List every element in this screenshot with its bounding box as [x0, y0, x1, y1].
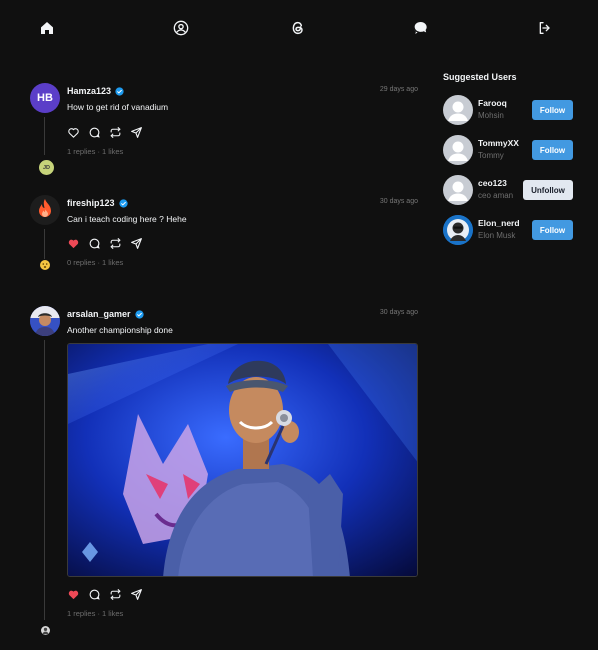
suggested-name: ceo aman — [478, 191, 514, 200]
threads-icon[interactable] — [289, 19, 307, 37]
suggested-user-row: Elon_nerd Elon Musk Follow — [443, 215, 573, 245]
home-icon[interactable] — [38, 19, 56, 37]
post-text: How to get rid of vanadium — [67, 102, 169, 112]
suggested-username[interactable]: Elon_nerd — [478, 218, 520, 228]
suggested-users-title: Suggested Users — [443, 72, 517, 82]
follow-button[interactable]: Follow — [532, 220, 573, 240]
replier-avatar: JD — [39, 160, 54, 175]
post-item: HB JD Hamza123 29 days ago How to get ri… — [30, 83, 420, 175]
avatar[interactable]: HB — [30, 83, 60, 113]
suggested-name: Mohsin — [478, 111, 504, 120]
replies-count[interactable]: 1 replies — [67, 609, 95, 618]
post-actions — [67, 126, 143, 139]
avatar[interactable] — [30, 195, 60, 225]
repost-icon[interactable] — [109, 126, 122, 139]
post-time: 29 days ago — [379, 86, 418, 93]
suggested-name: Tommy — [478, 151, 504, 160]
heart-icon[interactable] — [67, 126, 80, 139]
heart-filled-icon[interactable] — [67, 588, 80, 601]
post-username[interactable]: arsalan_gamer — [67, 309, 144, 319]
post-text: Can i teach coding here ? Hehe — [67, 214, 187, 224]
thread-line — [44, 340, 45, 620]
post-time: 30 days ago — [379, 309, 418, 316]
suggested-user-row: TommyXX Tommy Follow — [443, 135, 573, 165]
post-username[interactable]: Hamza123 — [67, 86, 124, 96]
reply-icon[interactable] — [88, 588, 101, 601]
follow-button[interactable]: Follow — [532, 140, 573, 160]
default-avatar-icon[interactable] — [443, 135, 473, 165]
replier-avatar — [41, 626, 50, 635]
reply-icon[interactable] — [88, 237, 101, 250]
reply-icon[interactable] — [88, 126, 101, 139]
suggested-username[interactable]: TommyXX — [478, 138, 519, 148]
heart-filled-icon[interactable] — [67, 237, 80, 250]
post-text: Another championship done — [67, 325, 173, 335]
post-stats: 0 replies · 1 likes — [67, 258, 124, 267]
profile-icon[interactable] — [172, 19, 190, 37]
repost-icon[interactable] — [109, 237, 122, 250]
post-image[interactable] — [67, 343, 418, 577]
post-username[interactable]: fireship123 — [67, 198, 128, 208]
post-item: arsalan_gamer 30 days ago Another champi… — [30, 306, 420, 636]
verified-icon — [115, 86, 124, 96]
suggested-user-row: Farooq Mohsin Follow — [443, 95, 573, 125]
suggested-username[interactable]: ceo123 — [478, 178, 507, 188]
post-stats: 1 replies · 1 likes — [67, 609, 124, 618]
likes-count[interactable]: 1 likes — [102, 609, 123, 618]
share-icon[interactable] — [130, 126, 143, 139]
suggested-name: Elon Musk — [478, 231, 516, 240]
avatar[interactable] — [30, 306, 60, 336]
suggested-username[interactable]: Farooq — [478, 98, 507, 108]
logout-icon[interactable] — [536, 19, 554, 37]
post-time: 30 days ago — [379, 198, 418, 205]
repost-icon[interactable] — [109, 588, 122, 601]
default-avatar-icon[interactable] — [443, 175, 473, 205]
post-stats: 1 replies · 1 likes — [67, 147, 124, 156]
chat-icon[interactable] — [411, 19, 429, 37]
thread-line — [44, 117, 45, 155]
post-actions — [67, 588, 143, 601]
likes-count[interactable]: 1 likes — [102, 147, 123, 156]
replies-count[interactable]: 1 replies — [67, 147, 95, 156]
replier-avatar — [39, 259, 51, 271]
unfollow-button[interactable]: Unfollow — [523, 180, 573, 200]
share-icon[interactable] — [130, 588, 143, 601]
elon-avatar[interactable] — [443, 215, 473, 245]
replies-count[interactable]: 0 replies — [67, 258, 95, 267]
likes-count[interactable]: 1 likes — [102, 258, 123, 267]
follow-button[interactable]: Follow — [532, 100, 573, 120]
user-photo-icon — [30, 306, 60, 336]
verified-icon — [134, 309, 144, 319]
verified-icon — [118, 198, 128, 208]
suggested-user-row: ceo123 ceo aman Unfollow — [443, 175, 573, 205]
default-avatar-icon[interactable] — [443, 95, 473, 125]
share-icon[interactable] — [130, 237, 143, 250]
thread-line — [44, 229, 45, 259]
post-actions — [67, 237, 143, 250]
post-item: fireship123 30 days ago Can i teach codi… — [30, 195, 420, 275]
championship-photo — [68, 344, 417, 576]
fire-logo-icon — [39, 199, 51, 217]
